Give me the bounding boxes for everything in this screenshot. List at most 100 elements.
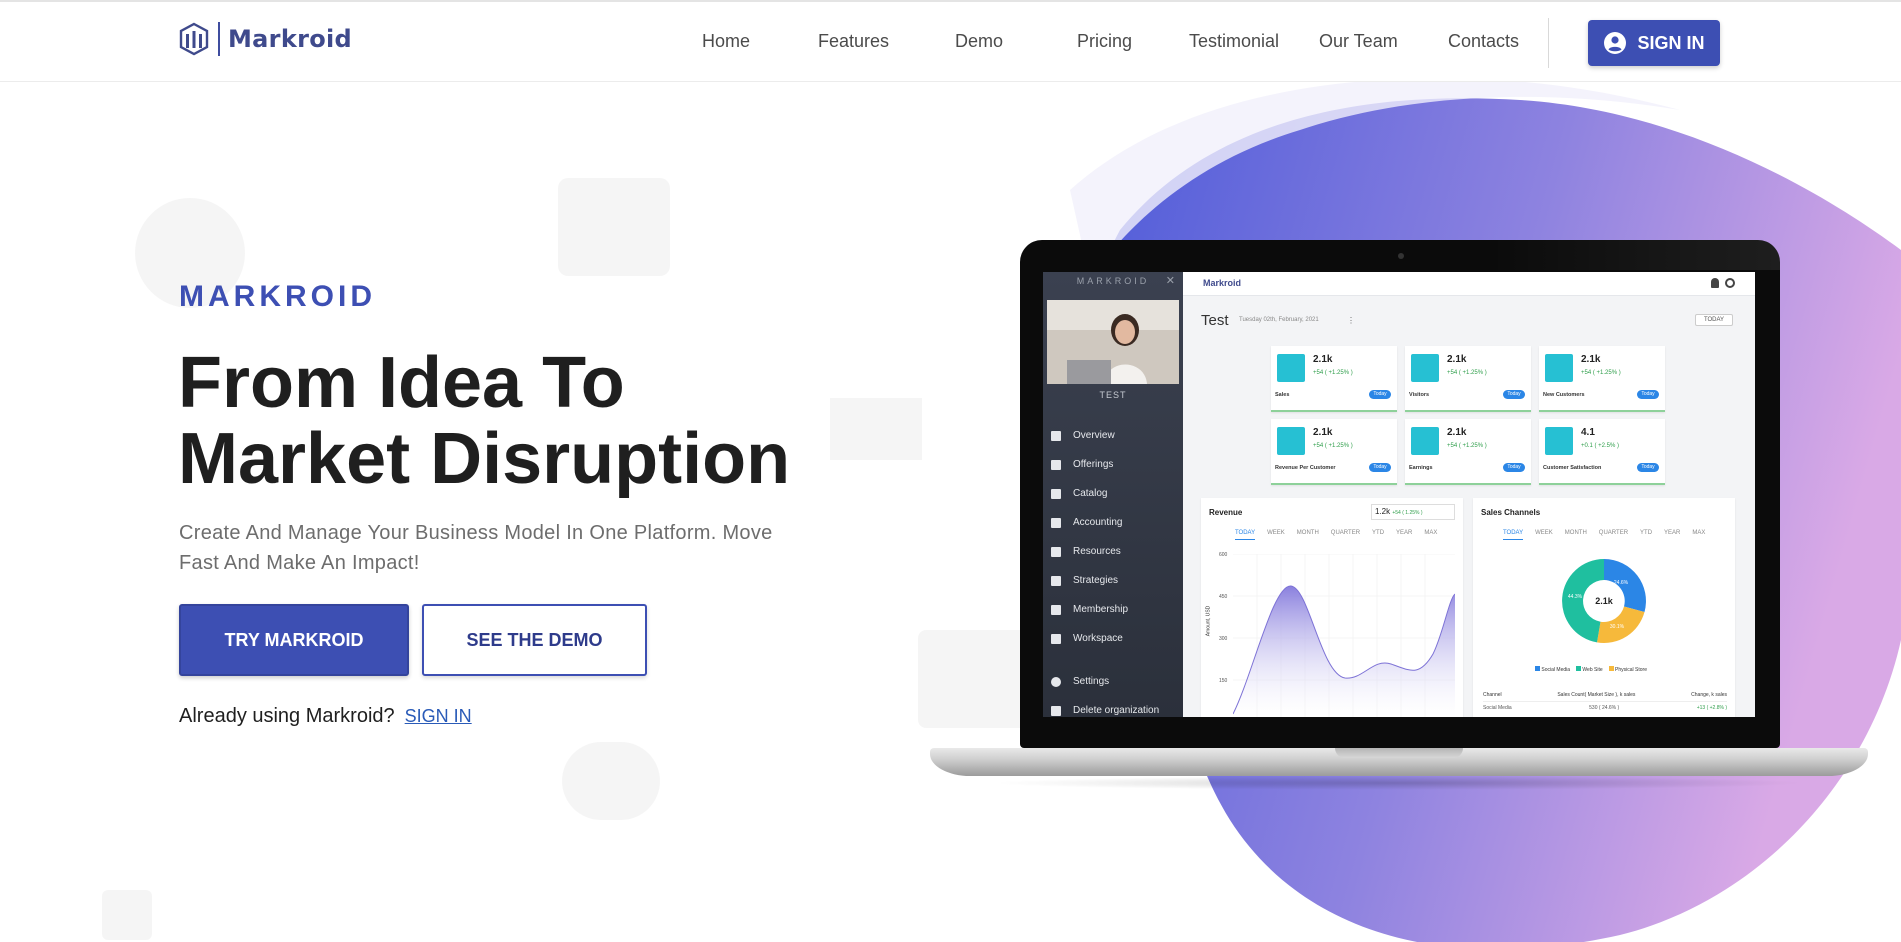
dashboard-title: Test <box>1201 312 1229 329</box>
legend-item: Physical Store <box>1608 666 1647 673</box>
sidebar-item-delete-organization[interactable]: Delete organization <box>1051 705 1159 716</box>
tab-quarter[interactable]: QUARTER <box>1599 530 1628 540</box>
nav-our-team[interactable]: Our Team <box>1319 31 1398 52</box>
already-using: Already using Markroid? SIGN IN <box>179 705 472 728</box>
tab-week[interactable]: WEEK <box>1535 530 1553 540</box>
revenue-value-box: 1.2k +54 ( 1.25% ) <box>1371 504 1455 520</box>
user-photo <box>1047 300 1179 384</box>
nav-testimonial[interactable]: Testimonial <box>1189 31 1279 52</box>
tab-month[interactable]: MONTH <box>1297 530 1319 540</box>
sidebar-item-resources[interactable]: Resources <box>1051 546 1121 557</box>
laptop-notch <box>1335 748 1463 758</box>
kpi-card: 2.1k +54 ( +1.25% ) Revenue Per Customer… <box>1271 419 1397 485</box>
kpi-label: Earnings <box>1409 465 1433 471</box>
nav-demo[interactable]: Demo <box>955 31 1003 52</box>
cart-icon <box>1051 459 1061 470</box>
kpi-card: 2.1k +54 ( +1.25% ) New Customers Today <box>1539 346 1665 412</box>
app-sidebar: MARKROID ✕ TEST Overview Offerings Catal… <box>1043 272 1183 717</box>
see-demo-button[interactable]: SEE THE DEMO <box>422 604 647 676</box>
sidebar-item-offerings[interactable]: Offerings <box>1051 459 1113 470</box>
sales-channels-title: Sales Channels <box>1481 508 1541 517</box>
today-button[interactable]: TODAY <box>1695 314 1733 326</box>
kpi-delta: +54 ( +1.25% ) <box>1313 443 1353 449</box>
user-name: TEST <box>1099 390 1127 400</box>
tab-month[interactable]: MONTH <box>1565 530 1587 540</box>
sidebar-item-label: Membership <box>1073 604 1129 615</box>
catalog-icon <box>1051 488 1061 499</box>
layers-icon <box>1051 575 1061 586</box>
hero-subtext: Create And Manage Your Business Model In… <box>179 522 773 574</box>
nav-home[interactable]: Home <box>702 31 750 52</box>
channels-legend: Social Media Web Site Physical Store <box>1535 666 1647 673</box>
table-header: Sales Count( Market Size ), k sales <box>1557 692 1636 698</box>
nav-contacts[interactable]: Contacts <box>1448 31 1519 52</box>
kpi-badge: Today <box>1637 390 1659 399</box>
revenue-panel: Revenue 1.2k +54 ( 1.25% ) TODAY WEEK MO… <box>1201 498 1463 717</box>
revenue-tabs: TODAY WEEK MONTH QUARTER YTD YEAR MAX <box>1235 530 1437 540</box>
sidebar-item-membership[interactable]: Membership <box>1051 604 1128 615</box>
y-axis-label: Amount, USD <box>1205 605 1212 637</box>
sidebar-item-catalog[interactable]: Catalog <box>1051 488 1107 499</box>
nav-divider <box>1548 18 1549 68</box>
kpi-badge: Today <box>1637 463 1659 472</box>
y-tick: 150 <box>1219 678 1228 684</box>
headline-line-2: Market Disruption <box>178 419 791 499</box>
tab-quarter[interactable]: QUARTER <box>1331 530 1360 540</box>
slice-label: 44.3% <box>1568 594 1583 600</box>
kpi-label: Revenue Per Customer <box>1275 465 1336 471</box>
people-icon <box>1545 354 1573 382</box>
tab-today[interactable]: TODAY <box>1235 530 1256 540</box>
close-icon: ✕ <box>1165 275 1175 287</box>
kpi-card: 4.1 +0.1 ( +2.5% ) Customer Satisfaction… <box>1539 419 1665 485</box>
sidebar-item-label: Resources <box>1073 546 1121 557</box>
sales-channels-donut: 2.1k 24.6% 30.1% 44.3% <box>1562 559 1646 643</box>
briefcase-icon <box>558 178 670 276</box>
bell-icon <box>1711 278 1719 288</box>
y-tick: 300 <box>1219 636 1228 642</box>
kpi-delta: +54 ( +1.25% ) <box>1313 370 1353 376</box>
kpi-value: 2.1k <box>1581 354 1601 365</box>
more-vert-icon: ⋮ <box>1347 316 1355 325</box>
already-text: Already using Markroid? <box>179 705 395 727</box>
sidebar-item-label: Accounting <box>1073 517 1123 528</box>
revenue-title: Revenue <box>1209 508 1243 517</box>
sidebar-item-workspace[interactable]: Workspace <box>1051 633 1123 644</box>
donut-center: 2.1k <box>1595 596 1614 606</box>
app-main: Markroid Test Tuesday 02th, February, 20… <box>1183 272 1755 717</box>
try-markroid-button[interactable]: TRY MARKROID <box>179 604 409 676</box>
nav-pricing[interactable]: Pricing <box>1077 31 1132 52</box>
kpi-badge: Today <box>1369 390 1391 399</box>
sidebar-item-overview[interactable]: Overview <box>1051 430 1115 441</box>
smile-icon <box>1545 427 1573 455</box>
kpi-value: 2.1k <box>1313 427 1333 438</box>
kpi-badge: Today <box>1503 463 1525 472</box>
bezel-glare <box>1490 240 1780 270</box>
tab-today[interactable]: TODAY <box>1503 530 1524 540</box>
sidebar-item-strategies[interactable]: Strategies <box>1051 575 1118 586</box>
nav-features[interactable]: Features <box>818 31 889 52</box>
revenue-value: 1.2k <box>1375 507 1391 516</box>
sales-channels-panel: Sales Channels TODAY WEEK MONTH QUARTER … <box>1473 498 1735 717</box>
user-photo-art <box>1047 300 1179 384</box>
eye-icon <box>1411 354 1439 382</box>
camera-dot <box>1398 253 1404 259</box>
kpi-value: 2.1k <box>1447 354 1467 365</box>
sign-in-button[interactable]: SIGN IN <box>1588 20 1720 66</box>
app-topbar: Markroid <box>1183 272 1755 296</box>
tab-year[interactable]: YEAR <box>1664 530 1680 540</box>
sidebar-item-settings[interactable]: Settings <box>1051 676 1109 687</box>
sidebar-item-accounting[interactable]: Accounting <box>1051 517 1122 528</box>
cart-icon <box>1277 354 1305 382</box>
sign-in-link[interactable]: SIGN IN <box>405 706 472 727</box>
tab-week[interactable]: WEEK <box>1267 530 1285 540</box>
headline-line-1: From Idea To <box>178 343 625 423</box>
tab-ytd[interactable]: YTD <box>1640 530 1652 540</box>
tab-max[interactable]: MAX <box>1692 530 1705 540</box>
tab-max[interactable]: MAX <box>1424 530 1437 540</box>
folder-icon <box>1051 633 1061 644</box>
tab-ytd[interactable]: YTD <box>1372 530 1384 540</box>
revenue-area-chart <box>1233 554 1455 717</box>
sidebar-item-label: Delete organization <box>1073 705 1160 716</box>
tab-year[interactable]: YEAR <box>1396 530 1412 540</box>
kpi-badge: Today <box>1503 390 1525 399</box>
